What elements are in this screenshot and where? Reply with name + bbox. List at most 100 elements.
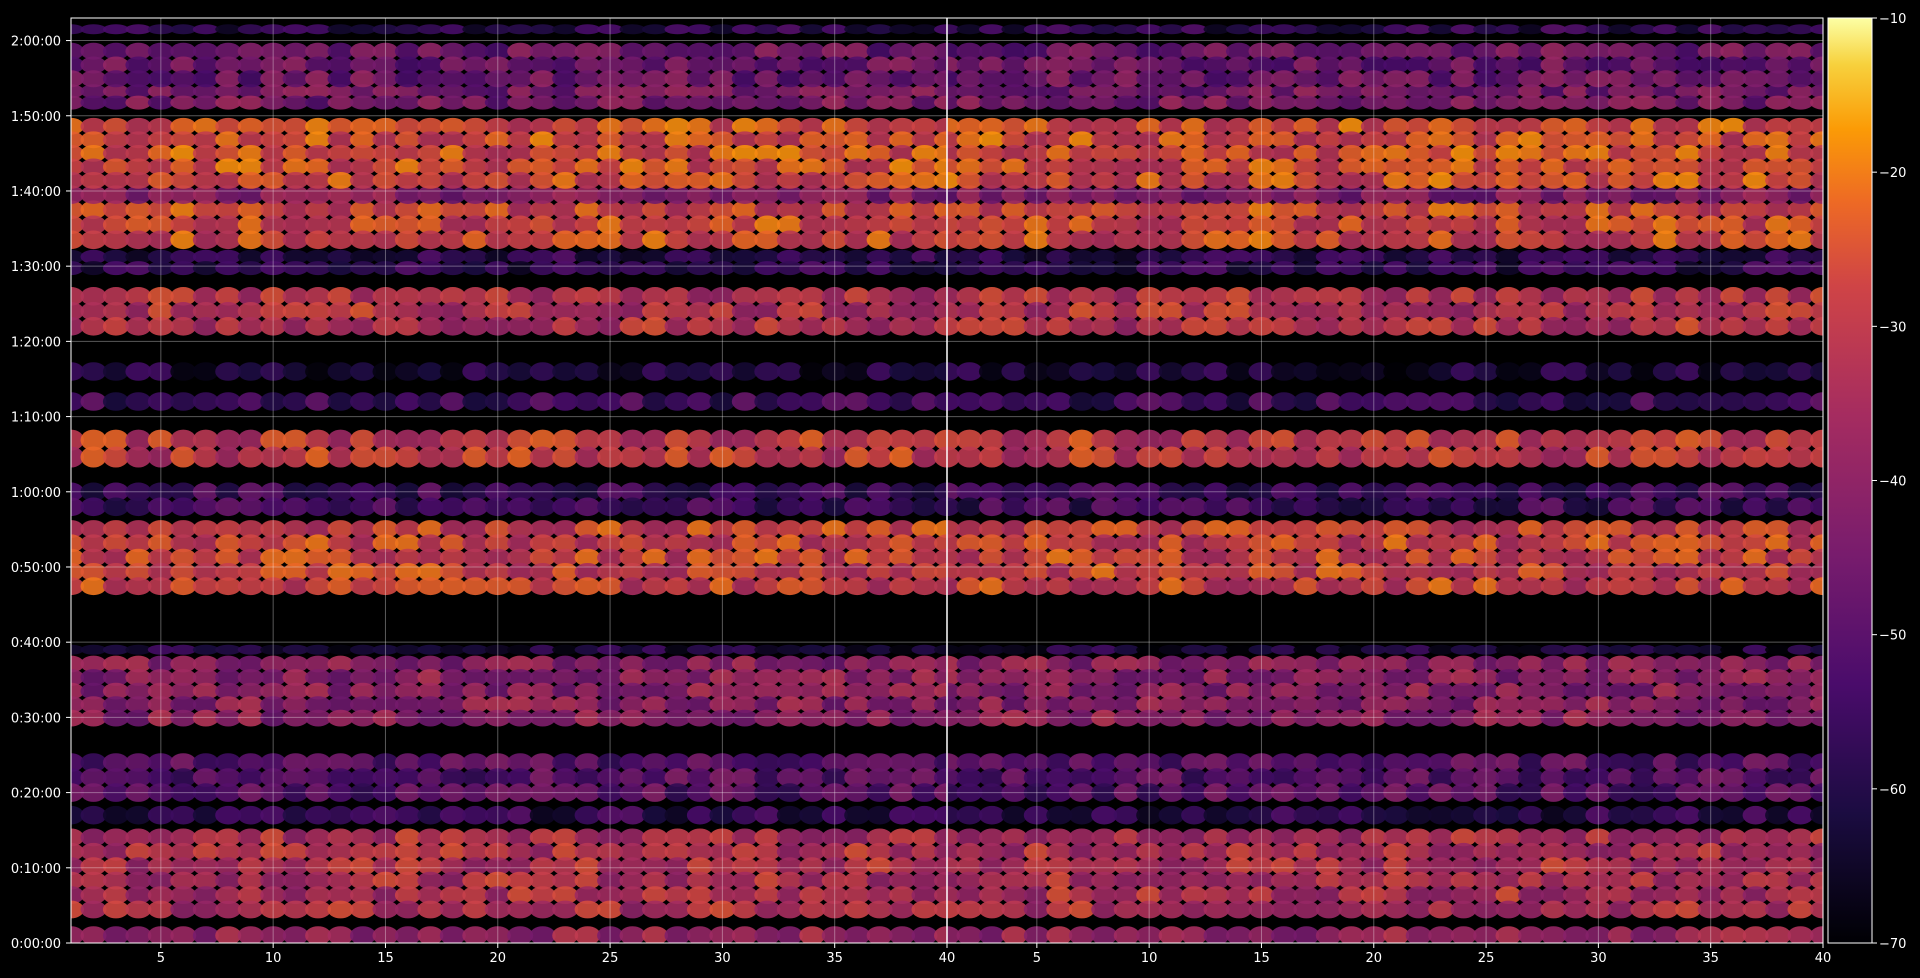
heat-cell	[799, 362, 826, 381]
heat-cell	[80, 805, 107, 825]
heat-cell	[327, 644, 354, 655]
heat-cell	[844, 362, 871, 381]
heat-cell	[80, 446, 107, 468]
heat-cell	[327, 446, 354, 468]
heat-cell	[102, 24, 129, 35]
heat-cell	[215, 172, 242, 189]
heat-cell	[1293, 230, 1320, 250]
heat-cell	[956, 70, 983, 88]
heat-cell	[1113, 24, 1140, 35]
heat-cell	[664, 709, 691, 727]
heat-cell	[686, 317, 713, 336]
heat-cell	[799, 900, 826, 919]
heat-cell	[642, 577, 668, 596]
heat-cell	[664, 317, 691, 336]
heat-cell	[1787, 24, 1814, 35]
heat-cell	[1428, 644, 1455, 655]
heat-cell	[1652, 926, 1679, 943]
heat-cell	[1046, 926, 1073, 943]
heat-cell	[1720, 926, 1747, 943]
heat-cell	[1630, 362, 1657, 381]
heat-cell	[686, 24, 713, 35]
heat-cell	[215, 95, 242, 110]
heat-cell	[1181, 392, 1208, 411]
heat-cell	[956, 317, 983, 336]
heat-cell	[507, 230, 534, 250]
heat-cell	[889, 497, 916, 517]
heat-cell	[529, 95, 556, 110]
heat-cell	[574, 644, 601, 655]
heat-cell	[282, 261, 309, 276]
heat-cell	[731, 172, 758, 189]
heat-cell	[1630, 644, 1657, 655]
heat-cell	[1383, 709, 1410, 727]
heat-cell	[1181, 95, 1208, 110]
heat-cell	[552, 172, 579, 189]
heat-cell	[978, 644, 1005, 655]
heat-cell	[1158, 644, 1185, 655]
heat-cell	[1607, 230, 1634, 250]
heat-cell	[170, 446, 197, 468]
heat-cell	[1428, 709, 1455, 727]
heat-cell	[1450, 230, 1477, 250]
heat-cell	[1540, 926, 1567, 943]
heat-cell	[350, 709, 376, 727]
heat-cell	[754, 577, 781, 596]
heat-cell	[439, 446, 466, 468]
heat-cell	[305, 709, 332, 727]
heat-cell	[192, 926, 219, 943]
heat-cell	[327, 805, 354, 825]
heat-cell	[1720, 709, 1747, 727]
heat-cell	[552, 95, 579, 110]
heat-cell	[1091, 362, 1118, 381]
heat-cell	[215, 926, 242, 943]
heat-cell	[125, 497, 152, 517]
heat-cell	[1383, 317, 1410, 336]
heat-cell	[1742, 70, 1769, 88]
heat-cell	[619, 317, 646, 336]
heat-cell	[1630, 805, 1657, 825]
heat-cell	[1315, 644, 1342, 655]
heat-cell	[394, 577, 421, 596]
heat-cell	[911, 577, 938, 596]
x-tick-label: 25	[1478, 951, 1495, 966]
heat-cell	[664, 172, 691, 189]
heat-cell	[1765, 805, 1792, 825]
heat-cell	[1001, 24, 1028, 35]
heat-cell	[1068, 70, 1095, 88]
heat-cell	[192, 261, 219, 276]
heat-cell	[1001, 497, 1028, 517]
heat-cell	[192, 497, 219, 517]
colorbar-tick-label: −60	[1879, 783, 1906, 798]
heat-cell	[1091, 261, 1118, 276]
heat-cell	[1203, 24, 1230, 35]
heat-cell	[1652, 446, 1679, 468]
y-tick-label: 2:00:00	[11, 35, 61, 50]
heat-cell	[1742, 362, 1769, 381]
heat-cell	[552, 709, 579, 727]
heat-cell	[619, 70, 646, 88]
heat-cell	[125, 709, 152, 727]
heat-cell	[1518, 926, 1544, 943]
heat-cell	[1540, 70, 1567, 88]
heat-cell	[731, 446, 758, 468]
heat-cell	[1630, 446, 1657, 468]
heat-cell	[1405, 362, 1432, 381]
heat-cell	[80, 900, 107, 919]
heat-cell	[350, 317, 376, 336]
heat-cell	[754, 392, 781, 411]
heat-cell	[911, 497, 938, 517]
heat-cell	[642, 95, 668, 110]
heat-cell	[1158, 926, 1185, 943]
heat-cell	[529, 497, 556, 517]
heat-cell	[1158, 709, 1185, 727]
heat-cell	[439, 497, 466, 517]
heat-cell	[1562, 577, 1589, 596]
heat-cell	[574, 317, 601, 336]
heat-cell	[911, 709, 938, 727]
heat-cell	[776, 172, 803, 189]
heat-cell	[1383, 926, 1410, 943]
heat-cell	[664, 24, 691, 35]
heat-cell	[1270, 577, 1297, 596]
heat-cell	[866, 70, 893, 88]
